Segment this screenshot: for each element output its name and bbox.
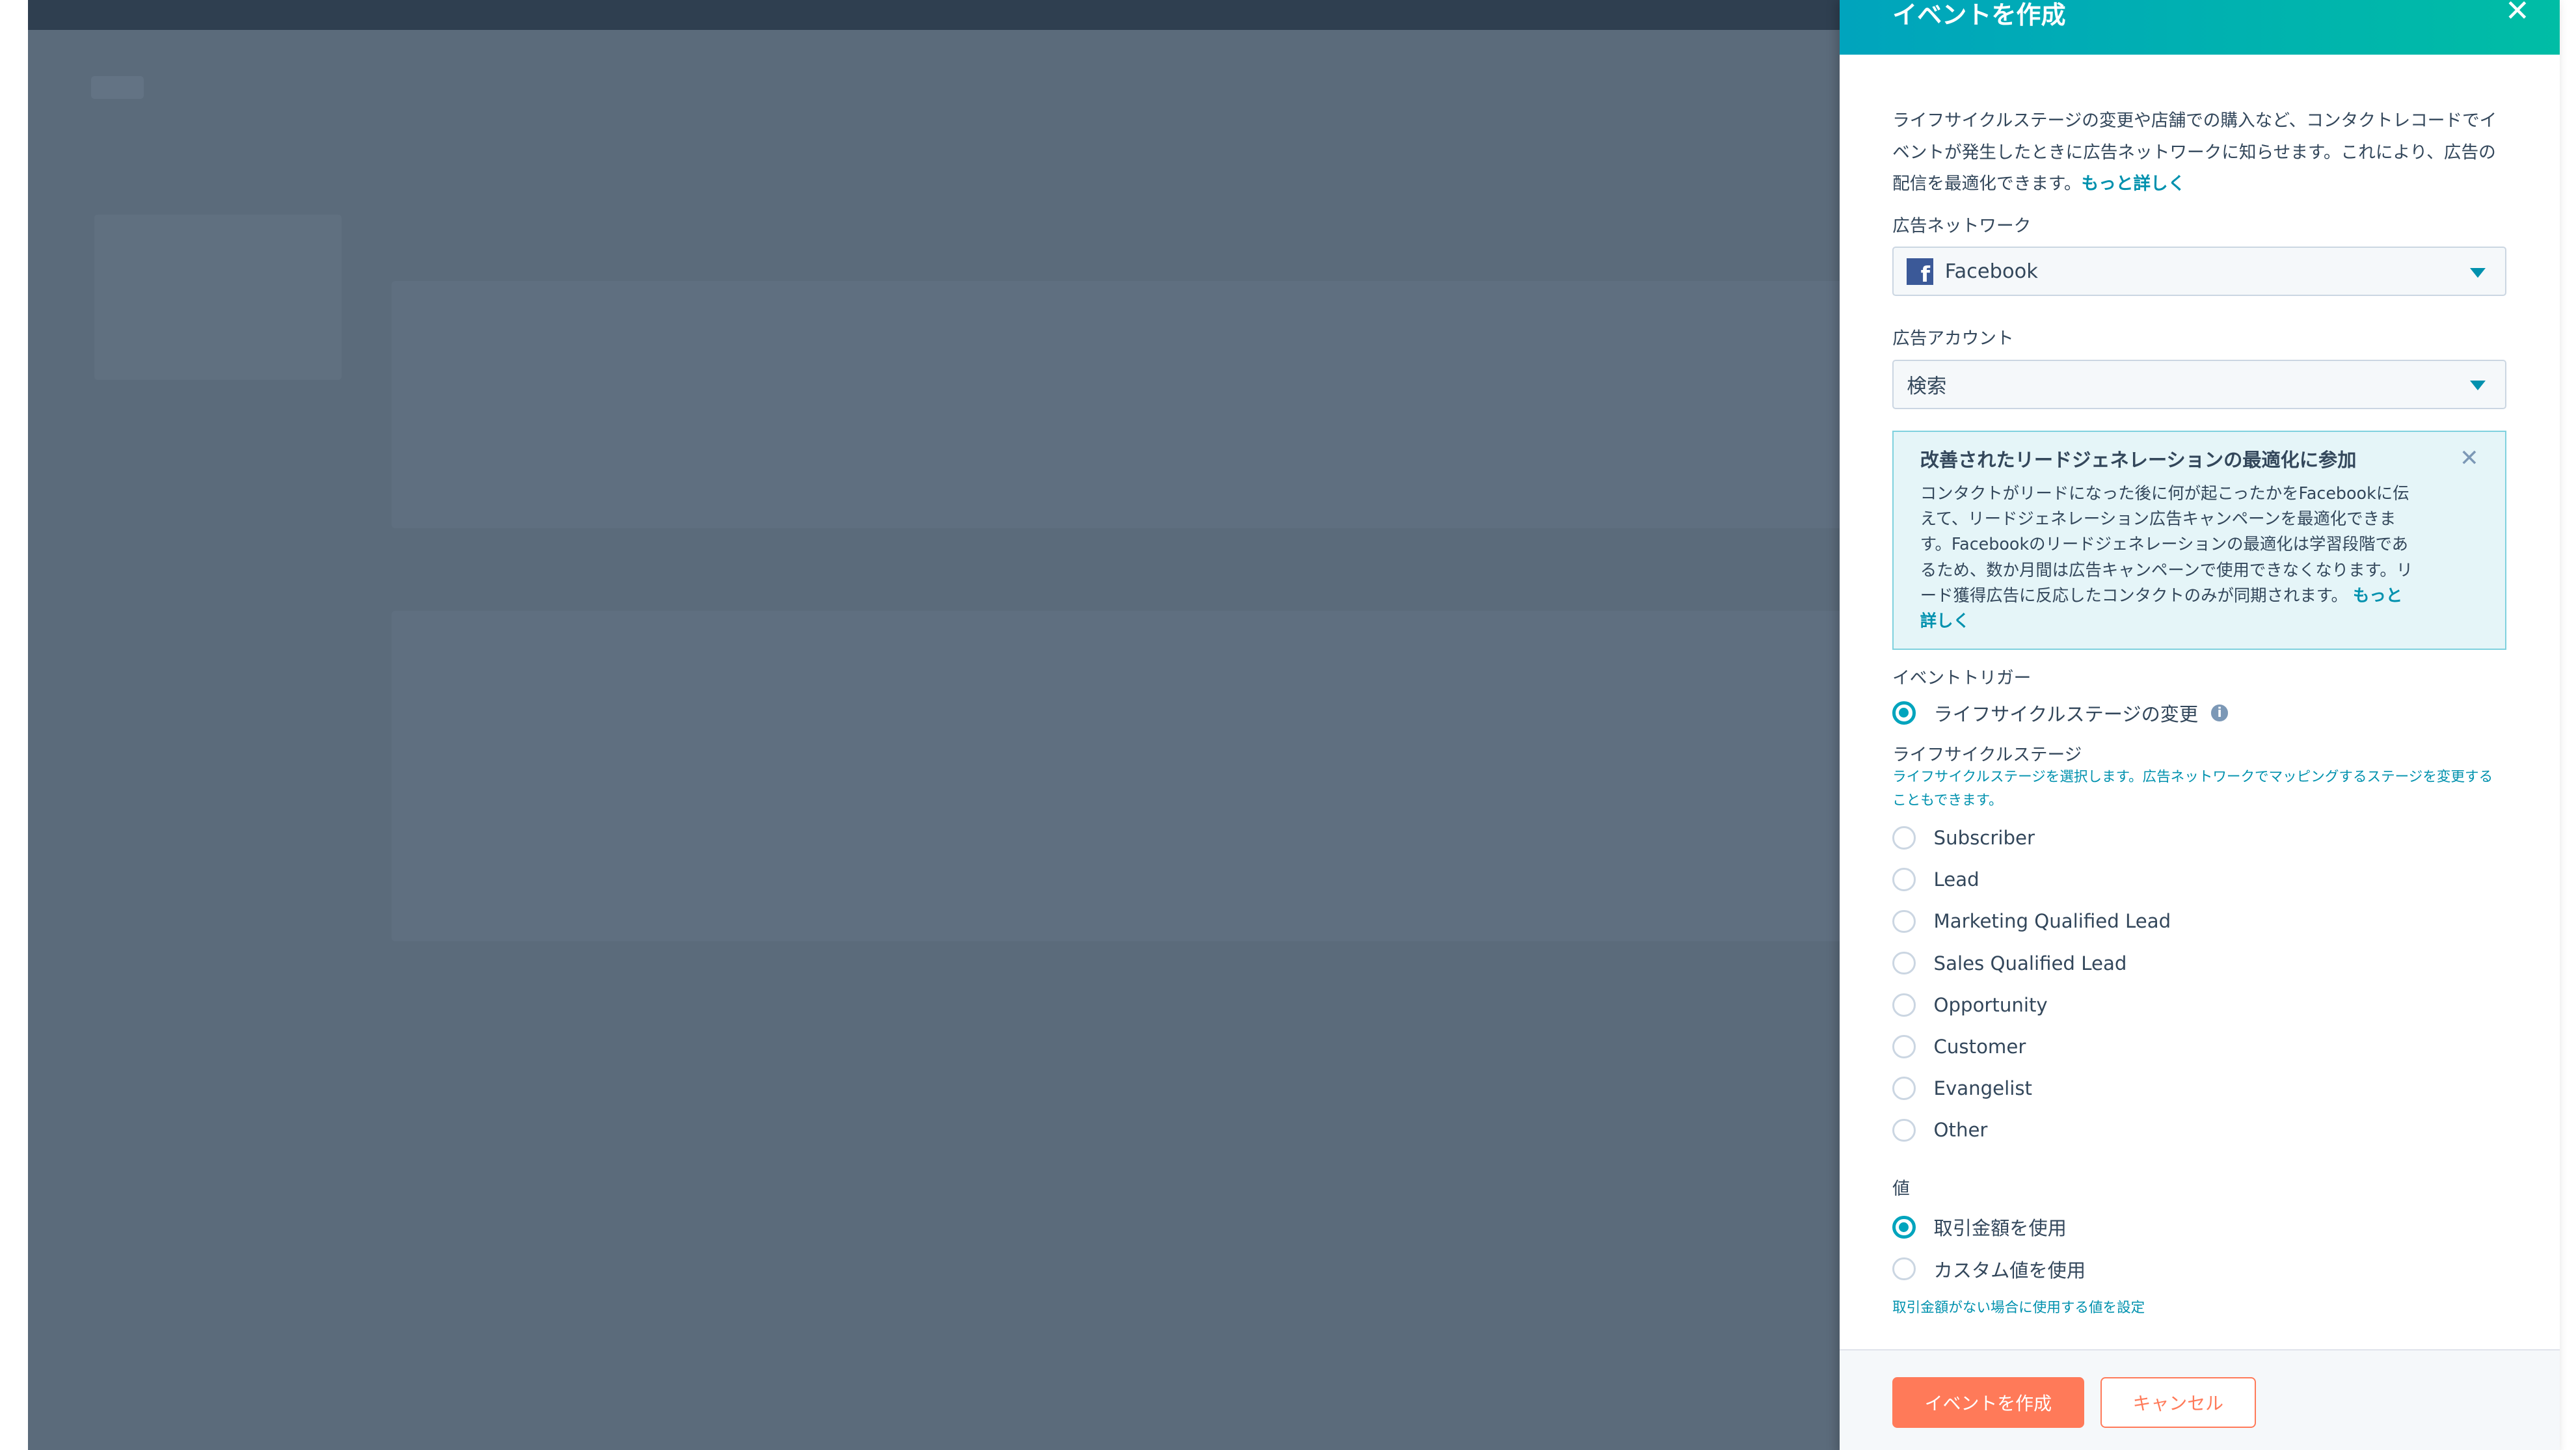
facebook-icon: f bbox=[1907, 258, 1933, 285]
radio-label: ライフサイクルステージの変更 bbox=[1933, 703, 2199, 725]
blurred-title bbox=[90, 75, 144, 100]
caret-down-icon bbox=[2469, 381, 2486, 390]
info-icon[interactable]: i bbox=[2211, 705, 2228, 721]
blurred-sidebar bbox=[94, 215, 342, 380]
radio-label: Marketing Qualified Lead bbox=[1933, 910, 2171, 933]
network-label: 広告ネットワーク bbox=[1892, 215, 2032, 236]
panel-description: ライフサイクルステージの変更や店舗での購入など、コンタクトレコードでイベントが発… bbox=[1892, 105, 2506, 200]
alert-body: コンタクトがリードになった後に何が起こったかをFacebookに伝えて、リードジ… bbox=[1920, 481, 2416, 634]
alert-text: コンタクトがリードになった後に何が起こったかをFacebookに伝えて、リードジ… bbox=[1920, 483, 2413, 606]
panel-header: イベントを作成 ✕ bbox=[1839, 0, 2560, 55]
account-select[interactable]: 検索 bbox=[1892, 359, 2507, 409]
description-text: ライフサイクルステージの変更や店舗での購入など、コンタクトレコードでイベントが発… bbox=[1892, 111, 2497, 194]
stage-radio-group: Subscriber Lead Marketing Qualified Lead Sa… bbox=[1892, 817, 2506, 1151]
radio-circle[interactable] bbox=[1892, 1118, 1916, 1142]
alert-close-icon[interactable]: ✕ bbox=[2460, 445, 2479, 472]
create-event-button[interactable]: イベントを作成 bbox=[1892, 1376, 2084, 1429]
radio-label: カスタム値を使用 bbox=[1933, 1259, 2086, 1282]
stage-help: ライフサイクルステージを選択します。広告ネットワークでマッピングするステージを変… bbox=[1892, 769, 2493, 809]
trigger-label: イベントトリガー bbox=[1892, 667, 2032, 688]
radio-label: Sales Qualified Lead bbox=[1933, 952, 2127, 974]
value-help: 取引金額がない場合に使用する値を設定 bbox=[1892, 1299, 2145, 1316]
create-event-panel: イベントを作成 ✕ ライフサイクルステージの変更や店舗での購入など、コンタクトレ… bbox=[1839, 0, 2560, 1450]
lead-gen-alert: 改善されたリードジェネレーションの最適化に参加 ✕ コンタクトがリードになった後… bbox=[1892, 430, 2507, 651]
radio-circle[interactable] bbox=[1892, 1035, 1916, 1058]
radio-circle[interactable] bbox=[1892, 951, 1916, 975]
radio-label: Subscriber bbox=[1933, 826, 2035, 849]
alert-title: 改善されたリードジェネレーションの最適化に参加 bbox=[1920, 449, 2357, 472]
caret-down-icon bbox=[2469, 267, 2486, 278]
radio-circle[interactable] bbox=[1892, 826, 1916, 850]
account-value: 検索 bbox=[1907, 375, 1947, 398]
network-value: Facebook bbox=[1944, 260, 2038, 283]
radio-option[interactable]: Customer bbox=[1892, 1026, 2506, 1067]
radio-label: Opportunity bbox=[1933, 993, 2048, 1016]
network-select[interactable]: f Facebook bbox=[1892, 247, 2507, 297]
value-label: 値 bbox=[1892, 1179, 1910, 1200]
radio-circle[interactable] bbox=[1892, 1077, 1916, 1100]
panel-title: イベントを作成 bbox=[1892, 1, 2066, 30]
radio-selected[interactable] bbox=[1892, 701, 1916, 725]
radio-label: Customer bbox=[1933, 1035, 2026, 1058]
stage-label: ライフサイクルステージ bbox=[1892, 745, 2082, 766]
blurred-table bbox=[391, 611, 1845, 941]
radio-option[interactable]: Evangelist bbox=[1892, 1067, 2506, 1109]
radio-label: Other bbox=[1933, 1119, 1988, 1142]
close-icon[interactable]: ✕ bbox=[2505, 0, 2530, 28]
panel-footer: イベントを作成 キャンセル bbox=[1839, 1349, 2560, 1450]
radio-option[interactable]: カスタム値を使用 bbox=[1892, 1248, 2506, 1289]
radio-option[interactable]: Opportunity bbox=[1892, 984, 2506, 1026]
cancel-button[interactable]: キャンセル bbox=[2100, 1376, 2256, 1429]
trigger-radio[interactable]: ライフサイクルステージの変更 i bbox=[1892, 692, 2506, 734]
radio-circle[interactable] bbox=[1892, 868, 1916, 891]
radio-circle[interactable] bbox=[1892, 993, 1916, 1017]
radio-option[interactable]: Marketing Qualified Lead bbox=[1892, 900, 2506, 942]
radio-option[interactable]: Sales Qualified Lead bbox=[1892, 942, 2506, 984]
radio-circle[interactable] bbox=[1892, 909, 1916, 933]
value-radio-group: 取引金額を使用 カスタム値を使用 bbox=[1892, 1206, 2506, 1289]
radio-option[interactable]: Other bbox=[1892, 1109, 2506, 1151]
radio-circle[interactable] bbox=[1892, 1215, 1916, 1239]
radio-option[interactable]: 取引金額を使用 bbox=[1892, 1206, 2506, 1248]
learn-more-link[interactable]: もっと詳しく bbox=[2081, 174, 2185, 194]
radio-circle[interactable] bbox=[1892, 1257, 1916, 1281]
radio-option[interactable]: Subscriber bbox=[1892, 817, 2506, 859]
account-label: 広告アカウント bbox=[1892, 329, 2014, 349]
radio-label: Evangelist bbox=[1933, 1077, 2032, 1100]
radio-label: Lead bbox=[1933, 868, 1979, 891]
radio-label: 取引金額を使用 bbox=[1933, 1217, 2067, 1240]
blurred-stats-card bbox=[391, 280, 1845, 529]
radio-option[interactable]: Lead bbox=[1892, 859, 2506, 900]
